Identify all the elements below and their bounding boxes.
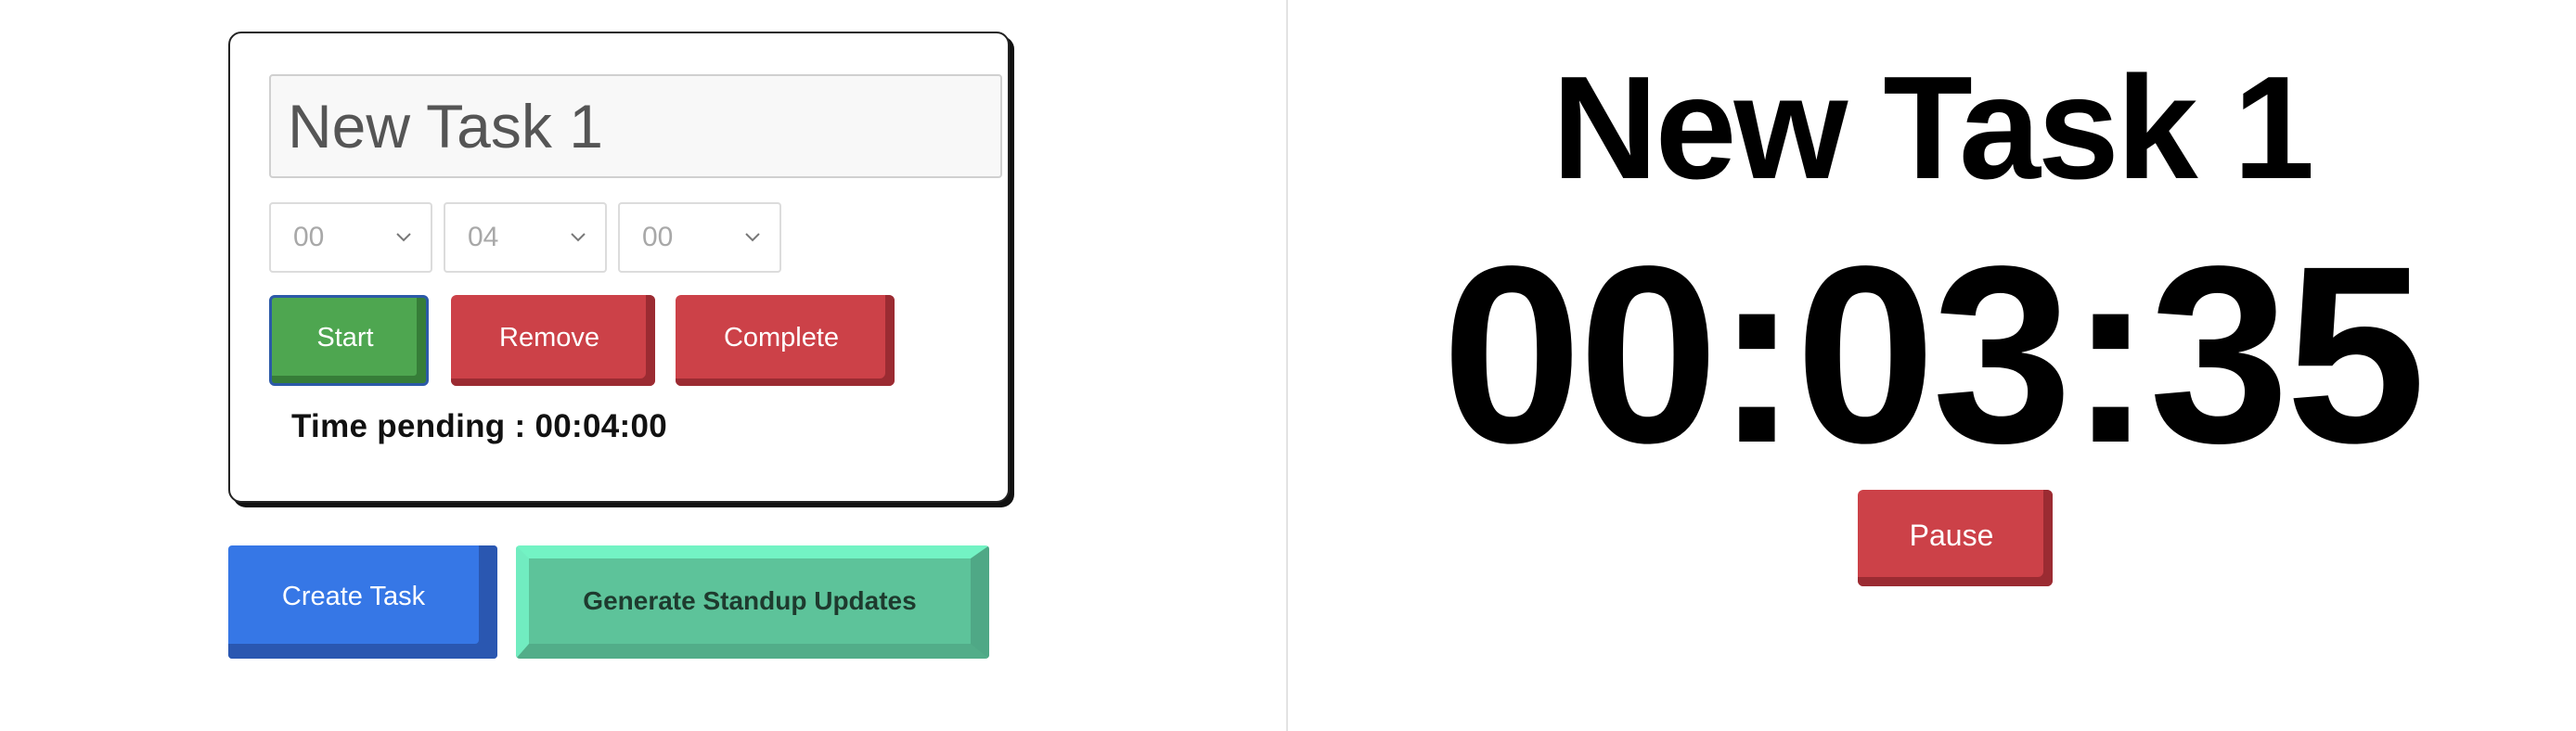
remove-button-label: Remove (499, 322, 599, 353)
create-task-button-label: Create Task (281, 581, 426, 611)
task-name-input[interactable] (269, 74, 1002, 178)
timer-panel: New Task 1 00:03:35 Pause (1288, 0, 2576, 731)
remove-button[interactable]: Remove (451, 295, 655, 386)
seconds-select[interactable]: 00 (618, 202, 781, 273)
chevron-down-icon (571, 233, 586, 242)
minutes-select-value: 04 (468, 222, 499, 252)
generate-standup-button[interactable]: Generate Standup Updates (516, 545, 989, 659)
hours-select[interactable]: 00 (269, 202, 432, 273)
start-button-label: Start (316, 322, 374, 353)
countdown-display: 00:03:35 (1441, 213, 2427, 495)
pause-button-label: Pause (1909, 518, 1994, 552)
chevron-down-icon (396, 233, 411, 242)
task-card: 00 04 00 Start Remove Complete Time pend (228, 32, 1010, 503)
complete-button[interactable]: Complete (676, 295, 895, 386)
create-task-button[interactable]: Create Task (228, 545, 497, 659)
generate-standup-button-label: Generate Standup Updates (583, 586, 917, 615)
active-task-title: New Task 1 (1552, 46, 2315, 210)
chevron-down-icon (745, 233, 760, 242)
minutes-select[interactable]: 04 (444, 202, 607, 273)
complete-button-label: Complete (723, 322, 840, 353)
seconds-select-value: 00 (642, 222, 674, 252)
time-pending-text: Time pending : 00:04:00 (291, 408, 667, 444)
task-list-panel: 00 04 00 Start Remove Complete Time pend (0, 0, 1286, 731)
start-button[interactable]: Start (269, 295, 429, 386)
hours-select-value: 00 (293, 222, 325, 252)
pause-button[interactable]: Pause (1858, 490, 2053, 586)
